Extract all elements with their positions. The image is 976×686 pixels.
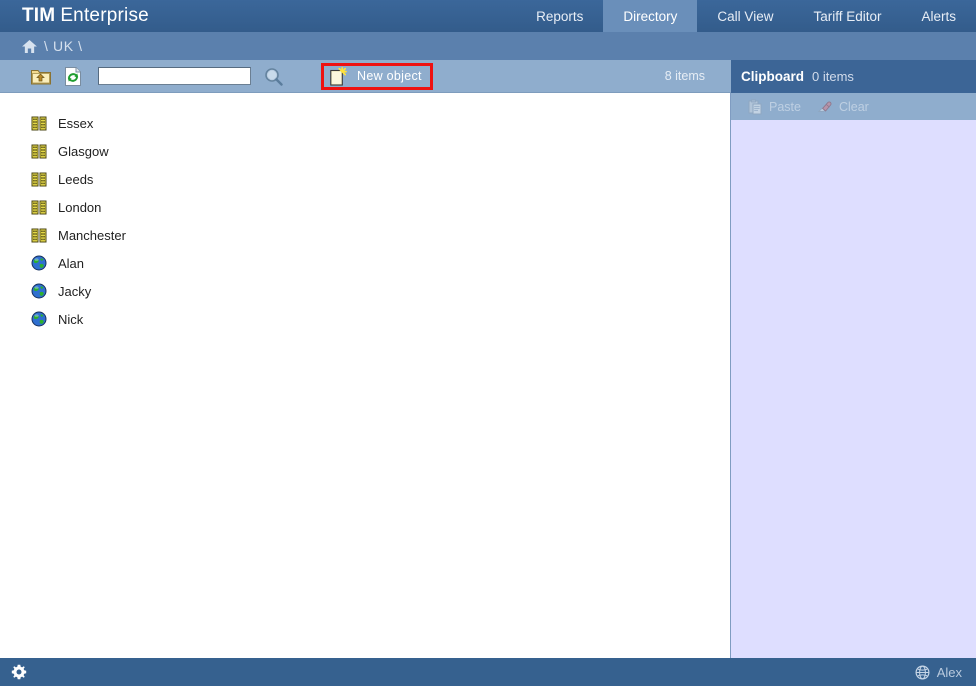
list-item-label: London bbox=[58, 200, 101, 215]
folder-up-icon bbox=[31, 68, 51, 85]
clear-label: Clear bbox=[839, 100, 869, 114]
app-brand: TIM Enterprise bbox=[0, 0, 149, 32]
clear-button[interactable]: Clear bbox=[817, 99, 869, 115]
clipboard-count: 0 items bbox=[812, 69, 854, 84]
site-buildings-icon bbox=[31, 171, 47, 187]
site-buildings-icon bbox=[31, 115, 47, 131]
clipboard-body[interactable] bbox=[731, 120, 976, 658]
brand-secondary: Enterprise bbox=[60, 5, 149, 27]
settings-button[interactable] bbox=[10, 663, 28, 681]
tab-call-view-label: Call View bbox=[717, 9, 773, 24]
directory-list: Essex Glasg bbox=[0, 93, 730, 330]
list-item[interactable]: Leeds bbox=[0, 168, 730, 190]
list-item-label: Nick bbox=[58, 312, 83, 327]
clipboard-title: Clipboard bbox=[741, 69, 804, 84]
list-item[interactable]: London bbox=[0, 196, 730, 218]
list-item-label: Leeds bbox=[58, 172, 93, 187]
application-window: TIM Enterprise Reports Directory Call Vi… bbox=[0, 0, 976, 686]
refresh-page-icon bbox=[64, 67, 82, 86]
footer-status-bar: Alex bbox=[0, 658, 976, 686]
site-buildings-icon bbox=[31, 143, 47, 159]
current-user[interactable]: Alex bbox=[915, 665, 962, 680]
tab-reports[interactable]: Reports bbox=[516, 0, 603, 32]
tab-directory[interactable]: Directory bbox=[603, 0, 697, 32]
paste-label: Paste bbox=[769, 100, 801, 114]
brand-primary: TIM bbox=[22, 5, 55, 27]
globe-icon bbox=[31, 311, 47, 327]
tab-tariff-editor-label: Tariff Editor bbox=[813, 9, 881, 24]
go-up-button[interactable] bbox=[29, 65, 53, 87]
new-object-button[interactable]: New object bbox=[321, 63, 433, 90]
search-button[interactable] bbox=[262, 65, 284, 87]
breadcrumb: \ UK \ bbox=[0, 32, 976, 60]
list-item[interactable]: Manchester bbox=[0, 224, 730, 246]
clipboard-icon bbox=[747, 99, 763, 115]
site-buildings-icon bbox=[31, 227, 47, 243]
site-buildings-icon bbox=[31, 199, 47, 215]
list-item[interactable]: Alan bbox=[0, 252, 730, 274]
top-header-bar: TIM Enterprise Reports Directory Call Vi… bbox=[0, 0, 976, 32]
magnifier-icon bbox=[264, 67, 283, 86]
globe-icon bbox=[31, 283, 47, 299]
search-input[interactable] bbox=[98, 67, 251, 85]
tab-reports-label: Reports bbox=[536, 9, 583, 24]
globe-icon bbox=[31, 255, 47, 271]
list-item-label: Jacky bbox=[58, 284, 91, 299]
list-item[interactable]: Nick bbox=[0, 308, 730, 330]
current-user-name: Alex bbox=[937, 665, 962, 680]
tab-call-view[interactable]: Call View bbox=[697, 0, 793, 32]
item-count-label: 8 items bbox=[665, 69, 705, 83]
directory-list-panel[interactable]: Essex Glasg bbox=[0, 93, 730, 658]
tab-directory-label: Directory bbox=[623, 9, 677, 24]
list-item-label: Essex bbox=[58, 116, 93, 131]
tab-alerts[interactable]: Alerts bbox=[901, 0, 976, 32]
eraser-icon bbox=[817, 99, 833, 115]
main-nav-tabs: Reports Directory Call View Tariff Edito… bbox=[516, 0, 976, 32]
list-item-label: Alan bbox=[58, 256, 84, 271]
home-icon[interactable] bbox=[22, 40, 37, 53]
list-item[interactable]: Glasgow bbox=[0, 140, 730, 162]
gear-icon bbox=[11, 664, 27, 680]
list-item-label: Glasgow bbox=[58, 144, 109, 159]
new-object-label: New object bbox=[357, 69, 422, 83]
clipboard-header: Clipboard 0 items bbox=[731, 60, 976, 93]
tab-alerts-label: Alerts bbox=[921, 9, 956, 24]
tab-tariff-editor[interactable]: Tariff Editor bbox=[793, 0, 901, 32]
directory-toolbar: New object 8 items bbox=[0, 60, 731, 93]
new-document-sparkle-icon bbox=[330, 67, 347, 86]
paste-button[interactable]: Paste bbox=[747, 99, 801, 115]
list-item-label: Manchester bbox=[58, 228, 126, 243]
clipboard-toolbar: Paste Clear bbox=[731, 93, 976, 120]
globe-user-icon bbox=[915, 665, 930, 680]
list-item[interactable]: Jacky bbox=[0, 280, 730, 302]
list-item[interactable]: Essex bbox=[0, 112, 730, 134]
refresh-button[interactable] bbox=[61, 65, 85, 87]
breadcrumb-path[interactable]: \ UK \ bbox=[44, 38, 83, 54]
